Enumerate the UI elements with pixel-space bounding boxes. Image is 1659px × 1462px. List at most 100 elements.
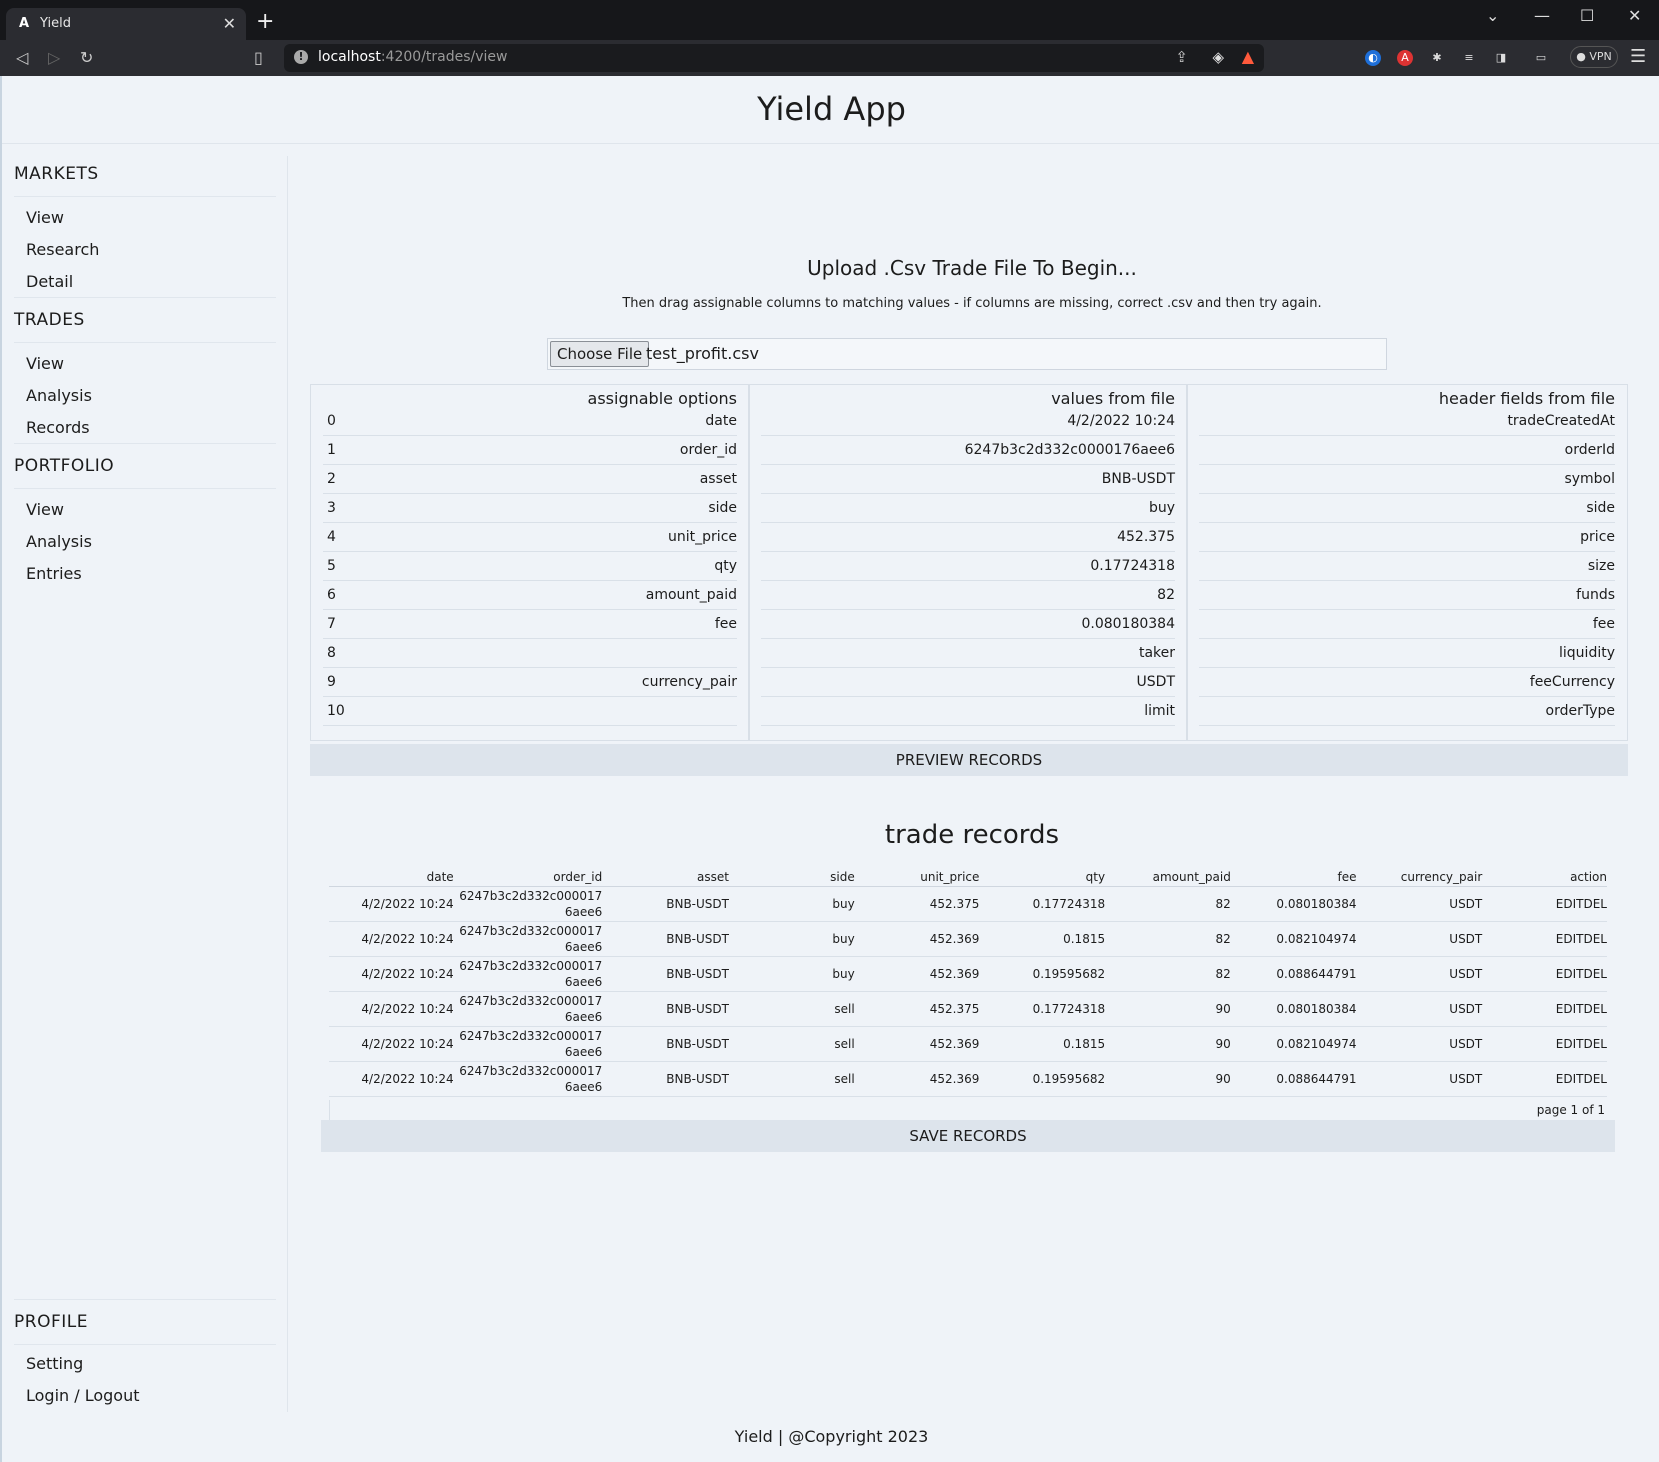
sidebar-section-markets: MARKETS [14,164,99,184]
assignable-option-row[interactable]: 4 unit_price [323,523,737,552]
menu-icon[interactable]: ☰ [1630,46,1646,67]
mapper-value: BNB-USDT [1101,471,1175,487]
sidebar-item-trades-view[interactable]: View [26,354,64,373]
mapper-value: 0.17724318 [1090,558,1175,574]
browser-tab[interactable]: A Yield ✕ [6,8,246,40]
assignable-option[interactable]: side [708,500,737,516]
assignable-option[interactable]: fee [715,616,737,632]
file-name: test_profit.csv [646,344,759,363]
row-index: 5 [327,558,336,574]
order-id-line: 6247b3c2d332c000017 [459,959,603,973]
brave-shield-icon[interactable]: ◈ [1212,48,1224,66]
preview-records-button[interactable]: PREVIEW RECORDS [310,744,1628,776]
sidebar-item-portfolio-analysis[interactable]: Analysis [26,532,92,551]
sidebar-item-trades-analysis[interactable]: Analysis [26,386,92,405]
header-divider [2,143,1659,144]
maximize-icon[interactable]: ☐ [1580,6,1594,25]
column-header: unit_price [854,868,980,887]
playlist-icon[interactable]: ≡ [1461,50,1477,66]
sidebar-item-markets-view[interactable]: View [26,208,64,227]
mapper-value: orderId [1564,442,1615,458]
cell-order-id: 6247b3c2d332c000017 6aee6 [453,1026,603,1062]
assignable-option[interactable]: currency_pair [642,674,737,690]
assignable-option-row[interactable]: 6 amount_paid [323,581,737,610]
cell-currency-pair: USDT [1356,886,1483,922]
cell-asset: BNB-USDT [602,886,729,922]
mapper-value: 0.080180384 [1081,616,1175,632]
assignable-option[interactable]: qty [714,558,737,574]
mapper-row: price [1199,523,1615,552]
assignable-option[interactable]: amount_paid [646,587,737,603]
assignable-option-row[interactable]: 8 [323,639,737,668]
puzzle-icon[interactable]: ✱ [1429,50,1445,66]
sidebar-item-login-logout[interactable]: Login / Logout [26,1386,140,1405]
divider [14,1344,276,1345]
assignable-option-row[interactable]: 0 date [323,407,737,436]
assignable-option[interactable]: order_id [680,442,737,458]
chevron-down-icon[interactable]: ⌄ [1486,6,1499,25]
assignable-option[interactable]: asset [700,471,737,487]
cell-amount-paid: 82 [1105,956,1231,992]
table-row: 4/2/2022 10:24 6247b3c2d332c000017 6aee6 BN… [329,921,1607,957]
sidebar-item-portfolio-entries[interactable]: Entries [26,564,82,583]
sidebar-item-portfolio-view[interactable]: View [26,500,64,519]
records-table: date order_id asset side unit_price qty amount… [329,868,1607,1097]
cell-fee: 0.080180384 [1230,991,1357,1027]
sidebar-icon[interactable]: ◨ [1493,50,1509,66]
cell-date: 4/2/2022 10:24 [329,886,454,922]
assignable-option-row[interactable]: 5 qty [323,552,737,581]
divider [14,1299,276,1300]
choose-file-button[interactable]: Choose File [550,341,650,367]
table-row: 4/2/2022 10:24 6247b3c2d332c000017 6aee6 BN… [329,991,1607,1027]
share-icon[interactable]: ⇪ [1175,48,1188,66]
back-icon[interactable]: ◁ [16,48,28,67]
assignable-option-row[interactable]: 1 order_id [323,436,737,465]
assignable-option[interactable]: unit_price [668,529,737,545]
cell-amount-paid: 82 [1105,886,1231,922]
edit-delete-action[interactable]: EDITDEL [1482,1026,1607,1062]
edit-delete-action[interactable]: EDITDEL [1482,1061,1607,1097]
forward-icon[interactable]: ▷ [48,48,60,67]
close-tab-icon[interactable]: ✕ [223,14,236,33]
cell-qty: 0.17724318 [979,886,1106,922]
row-index: 4 [327,529,336,545]
minimize-icon[interactable]: — [1534,6,1550,25]
assignable-option[interactable]: date [705,413,737,429]
cell-amount-paid: 90 [1105,1026,1231,1062]
wallet-icon[interactable]: ▭ [1533,50,1549,66]
edit-delete-action[interactable]: EDITDEL [1482,886,1607,922]
cell-date: 4/2/2022 10:24 [329,991,454,1027]
assignable-option-row[interactable]: 3 side [323,494,737,523]
new-tab-icon[interactable]: + [256,10,274,34]
angular-devtools-icon[interactable]: A [1397,50,1413,66]
cell-asset: BNB-USDT [602,1026,729,1062]
cell-amount-paid: 90 [1105,1061,1231,1097]
vpn-button[interactable]: ● VPN [1570,46,1618,68]
brave-rewards-icon[interactable]: ▲ [1242,47,1254,66]
cell-date: 4/2/2022 10:24 [329,956,454,992]
assignable-option-row[interactable]: 2 asset [323,465,737,494]
site-info-icon[interactable]: ! [294,50,308,64]
address-bar[interactable]: ! localhost:4200/trades/view ⇪ ◈ ▲ [284,44,1264,72]
reload-icon[interactable]: ↻ [80,48,93,67]
sidebar-item-markets-research[interactable]: Research [26,240,99,259]
edit-delete-action[interactable]: EDITDEL [1482,956,1607,992]
close-window-icon[interactable]: ✕ [1628,6,1641,25]
mapper-row: feeCurrency [1199,668,1615,697]
sidebar-item-setting[interactable]: Setting [26,1354,83,1373]
assignable-option-row[interactable]: 9 currency_pair [323,668,737,697]
edit-delete-action[interactable]: EDITDEL [1482,991,1607,1027]
angular-icon: A [18,16,30,31]
sidebar-item-markets-detail[interactable]: Detail [26,272,73,291]
cell-fee: 0.088644791 [1230,956,1357,992]
sidebar-item-trades-records[interactable]: Records [26,418,90,437]
row-index: 10 [327,703,345,719]
file-input[interactable]: Choose File test_profit.csv [547,338,1387,370]
order-id-line: 6aee6 [564,975,603,989]
edit-delete-action[interactable]: EDITDEL [1482,921,1607,957]
assignable-option-row[interactable]: 10 [323,697,737,726]
bookmark-icon[interactable]: ▯ [254,48,263,67]
assignable-option-row[interactable]: 7 fee [323,610,737,639]
save-records-button[interactable]: SAVE RECORDS [321,1120,1615,1152]
extension-icon[interactable]: ◐ [1365,50,1381,66]
